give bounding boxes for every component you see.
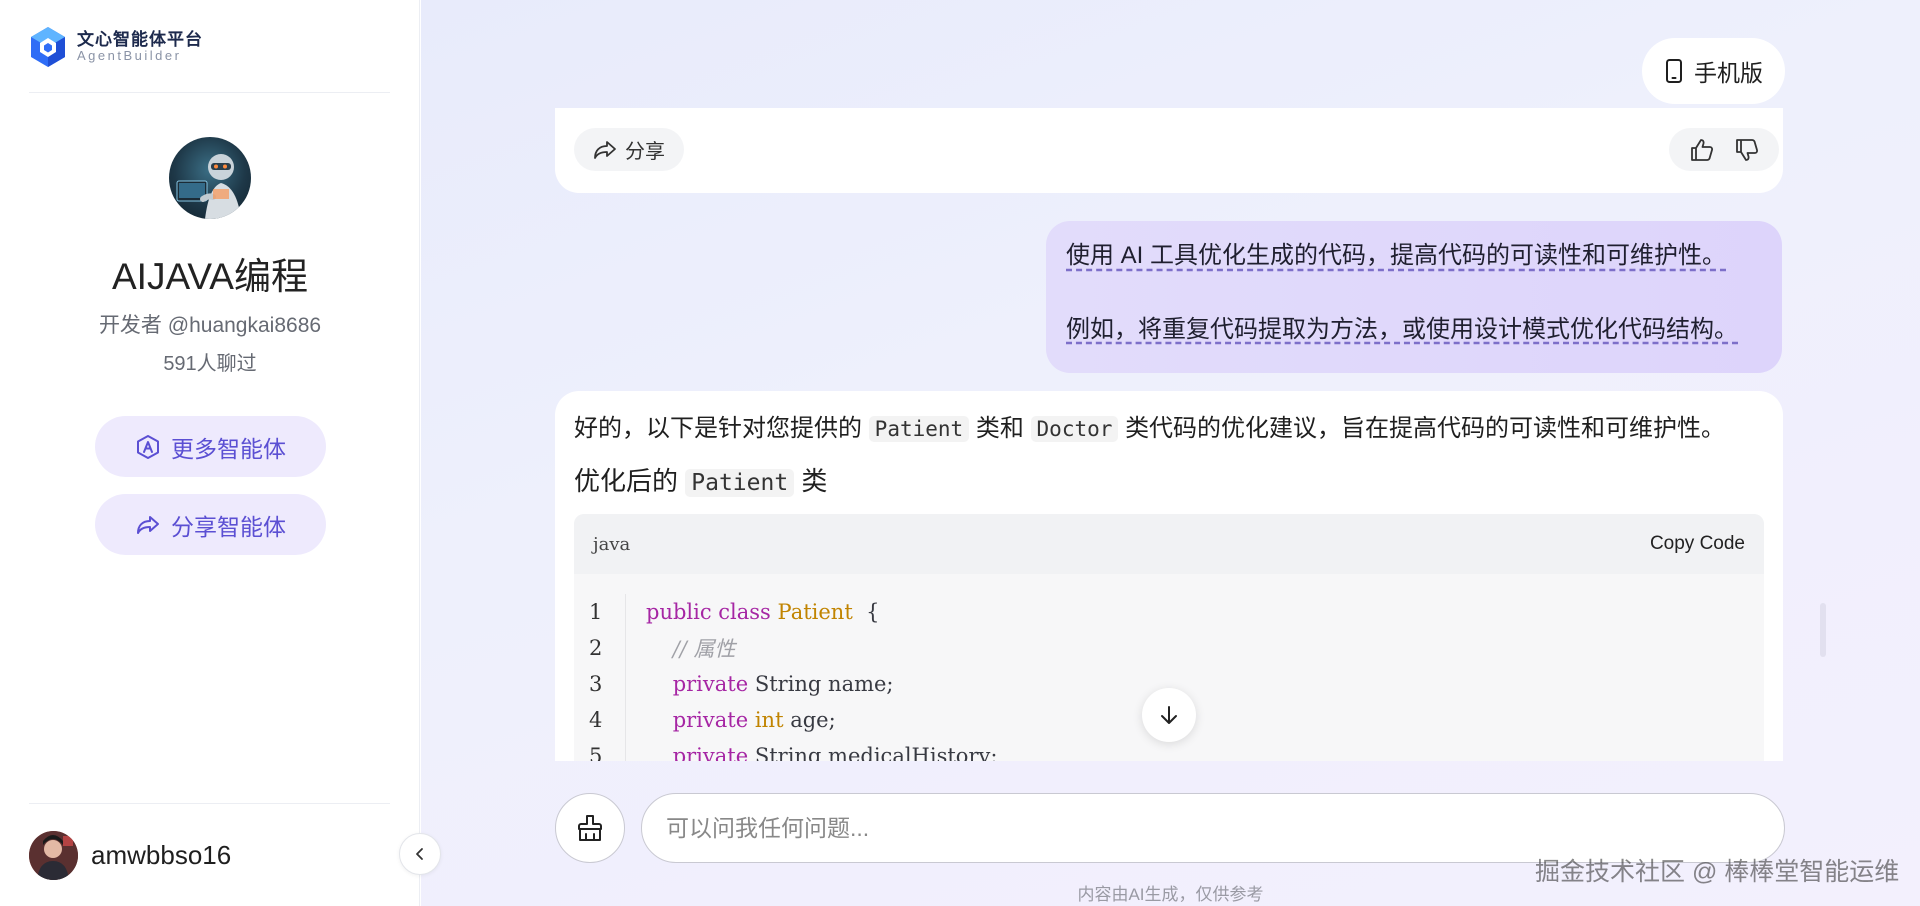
phone-icon <box>1666 59 1682 83</box>
line-number: 5 <box>574 738 626 761</box>
agent-chat-count: 591人聊过 <box>163 353 257 375</box>
heading-text: 优化后的 <box>574 466 679 496</box>
collapse-sidebar-button[interactable] <box>399 833 441 875</box>
watermark-text: 掘金技术社区 @ 棒棒堂智能运维 <box>1535 858 1900 886</box>
copy-code-button[interactable]: Copy Code <box>1650 533 1745 555</box>
share-icon <box>594 140 616 159</box>
chat-main: 手机版 分享 使用 AI 工具优化生成的代码，提高代码的可读性和可维护性。 例如… <box>421 0 1920 906</box>
brand-subtitle: AgentBuilder <box>77 48 182 64</box>
sidebar-divider-bottom <box>29 803 390 804</box>
inline-code: Doctor <box>1030 416 1119 442</box>
user-message-line: 例如，将重复代码提取为方法，或使用设计模式优化代码结构。 <box>1066 315 1738 343</box>
thumbs-down-icon[interactable] <box>1734 137 1760 163</box>
code-token: private <box>646 708 755 732</box>
code-token: class <box>718 600 778 624</box>
inline-code: Patient <box>685 469 795 497</box>
agent-developer: 开发者 @huangkai8686 <box>98 314 322 337</box>
feedback-buttons <box>1669 128 1779 171</box>
code-token: // 属性 <box>646 637 736 661</box>
scroll-to-bottom-button[interactable] <box>1142 688 1196 742</box>
code-text: private String medicalHistory; <box>626 744 998 761</box>
more-agents-label: 更多智能体 <box>171 435 286 462</box>
code-token: public <box>646 600 719 624</box>
code-language: java <box>593 533 631 555</box>
user-name: amwbbso16 <box>91 839 232 870</box>
agent-store-icon <box>137 434 159 459</box>
user-profile[interactable]: amwbbso16 <box>29 830 231 880</box>
answer-text: 好的，以下是针对您提供的 <box>574 415 862 442</box>
share-answer-button[interactable]: 分享 <box>574 128 684 171</box>
code-text: public class Patient { <box>626 600 880 624</box>
code-token: String medicalHistory; <box>754 744 998 761</box>
code-token: int <box>754 708 784 732</box>
previous-answer-footer: 分享 <box>555 108 1783 193</box>
line-number: 1 <box>574 594 626 630</box>
code-token: { <box>852 600 880 624</box>
mobile-version-button[interactable]: 手机版 <box>1642 38 1785 104</box>
share-icon <box>137 515 159 534</box>
inline-code: Patient <box>868 416 970 442</box>
agentbuilder-logo-icon <box>31 27 65 67</box>
share-agent-label: 分享智能体 <box>171 513 286 540</box>
more-agents-button[interactable]: 更多智能体 <box>95 416 326 477</box>
answer-intro: 好的，以下是针对您提供的 Patient 类和 Doctor 类代码的优化建议，… <box>574 411 1764 447</box>
code-token: age; <box>783 708 836 732</box>
share-agent-button[interactable]: 分享智能体 <box>95 494 326 555</box>
code-text: private int age; <box>626 708 836 732</box>
brand-title: 文心智能体平台 <box>77 29 203 49</box>
answer-heading: 优化后的 Patient 类 <box>574 461 1764 498</box>
user-message-line: 使用 AI 工具优化生成的代码，提高代码的可读性和可维护性。 <box>1066 242 1727 269</box>
code-token: String name; <box>754 672 894 696</box>
clear-context-button[interactable] <box>555 793 625 863</box>
code-line: 2 // 属性 <box>574 630 1764 666</box>
answer-text: 类和 <box>975 415 1024 442</box>
code-token: Patient <box>777 600 853 624</box>
arrow-down-icon <box>1161 706 1177 724</box>
chevron-left-icon <box>416 848 423 860</box>
robot-coder-illustration <box>176 154 241 219</box>
answer-text: 类代码的优化建议，旨在提高代码的可读性和可维护性。 <box>1125 415 1726 442</box>
agent-avatar <box>169 137 251 219</box>
code-text: private String name; <box>626 672 894 696</box>
broom-icon <box>578 815 602 841</box>
mobile-version-label: 手机版 <box>1694 60 1763 86</box>
line-number: 4 <box>574 702 626 738</box>
thumbs-up-icon[interactable] <box>1689 137 1715 163</box>
line-number: 2 <box>574 630 626 666</box>
code-line: 1 public class Patient { <box>574 594 1764 630</box>
line-number: 3 <box>574 666 626 702</box>
user-message-bubble: 使用 AI 工具优化生成的代码，提高代码的可读性和可维护性。 例如，将重复代码提… <box>1046 221 1782 373</box>
brand-logo[interactable]: 文心智能体平台 AgentBuilder <box>29 24 203 70</box>
code-token: private <box>646 672 755 696</box>
sidebar-divider-top <box>29 92 390 93</box>
share-answer-label: 分享 <box>625 141 665 163</box>
code-block-header: java Copy Code <box>574 514 1764 574</box>
code-token: private <box>646 744 755 761</box>
code-text: // 属性 <box>626 633 736 663</box>
user-avatar <box>29 830 78 880</box>
agent-name: AIJAVA编程 <box>111 256 308 297</box>
scrollbar-thumb[interactable] <box>1820 603 1826 657</box>
sidebar: 文心智能体平台 AgentBuilder AIJAVA编程 开发者 @huang… <box>0 0 420 906</box>
heading-text: 类 <box>801 466 828 496</box>
